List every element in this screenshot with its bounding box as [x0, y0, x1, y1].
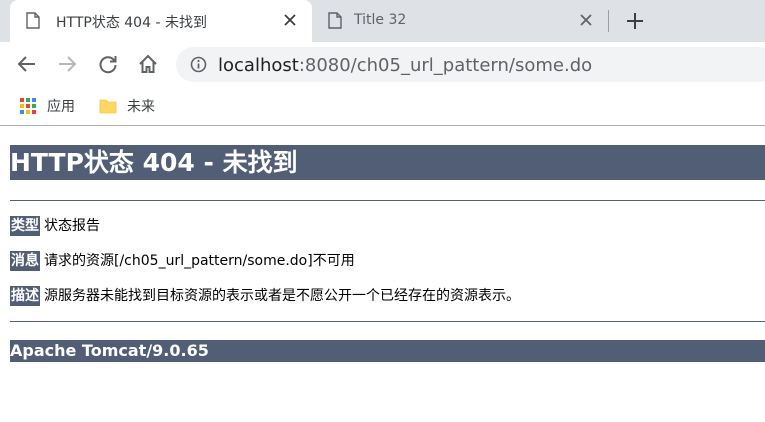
forward-icon[interactable] — [56, 53, 78, 75]
info-icon[interactable] — [190, 56, 207, 73]
description-value: 源服务器未能找到目标资源的表示或者是不愿公开一个已经存在的资源表示。 — [44, 288, 520, 304]
tab-title: Title 32 — [354, 12, 407, 28]
close-icon[interactable] — [282, 12, 298, 28]
url-host: localhost — [218, 55, 299, 76]
server-info: Apache Tomcat/9.0.65 — [10, 340, 765, 362]
bookmark-apps[interactable]: 应用 — [19, 96, 75, 116]
back-icon[interactable] — [16, 53, 38, 75]
home-icon[interactable] — [137, 53, 159, 75]
message-value: 请求的资源[/ch05_url_pattern/some.do]不可用 — [44, 253, 355, 269]
toolbar: localhost:8080/ch05_url_pattern/some.do — [0, 42, 765, 87]
reload-icon[interactable] — [97, 53, 119, 75]
close-icon[interactable] — [578, 12, 594, 28]
page-icon — [26, 12, 40, 29]
url-path: :8080/ch05_url_pattern/some.do — [298, 55, 593, 76]
tab-separator — [608, 10, 609, 32]
type-row: 类型 状态报告 — [10, 216, 100, 236]
divider — [10, 321, 765, 322]
page-title: HTTP状态 404 - 未找到 — [10, 145, 765, 180]
tab-inactive[interactable]: Title 32 — [312, 0, 608, 42]
tab-active[interactable]: HTTP状态 404 - 未找到 — [10, 0, 312, 42]
url-text: localhost:8080/ch05_url_pattern/some.do — [218, 55, 592, 76]
bookmark-folder[interactable]: 未来 — [99, 96, 155, 116]
tab-strip: HTTP状态 404 - 未找到 Title 32 — [0, 0, 765, 42]
new-tab-icon[interactable] — [625, 11, 645, 31]
address-bar[interactable]: localhost:8080/ch05_url_pattern/some.do — [176, 47, 765, 82]
message-label: 消息 — [10, 251, 40, 271]
bookmark-label: 应用 — [47, 99, 75, 115]
type-label: 类型 — [10, 216, 40, 236]
type-value: 状态报告 — [44, 218, 100, 234]
folder-icon — [99, 99, 117, 114]
description-label: 描述 — [10, 286, 40, 306]
divider — [10, 200, 765, 201]
tab-title: HTTP状态 404 - 未找到 — [56, 15, 207, 31]
apps-grid-icon — [20, 98, 36, 114]
message-row: 消息 请求的资源[/ch05_url_pattern/some.do]不可用 — [10, 251, 355, 271]
page-icon — [328, 12, 342, 29]
bookmarks-bar: 应用 未来 — [0, 87, 765, 126]
description-row: 描述 源服务器未能找到目标资源的表示或者是不愿公开一个已经存在的资源表示。 — [10, 286, 520, 306]
bookmark-label: 未来 — [127, 99, 155, 115]
